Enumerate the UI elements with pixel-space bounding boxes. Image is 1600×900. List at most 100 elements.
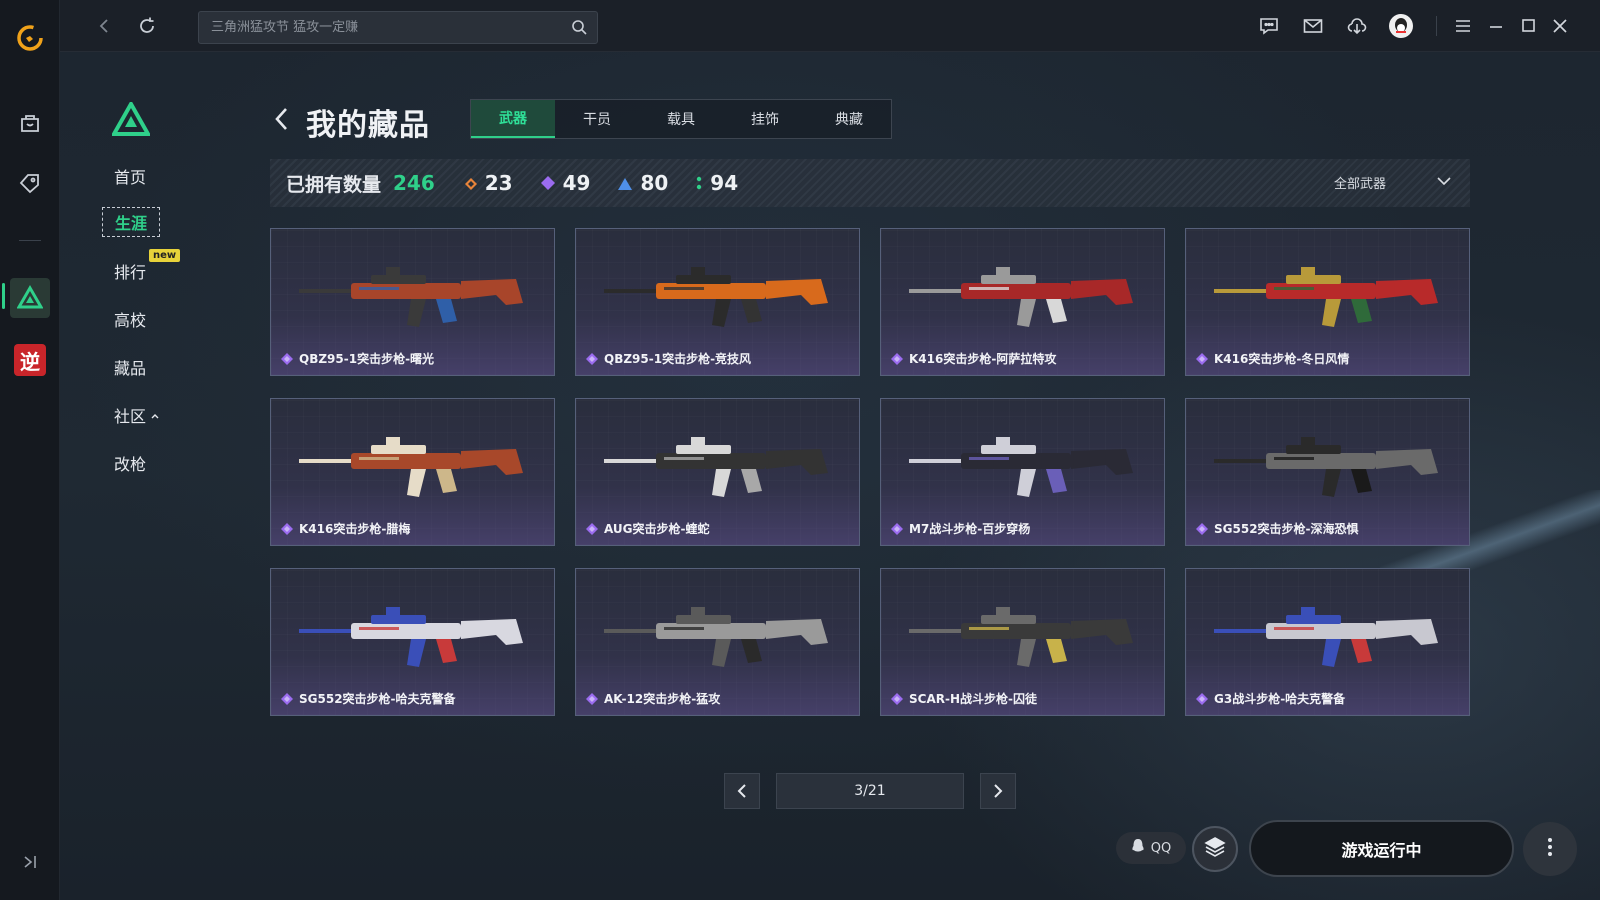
weapon-image	[604, 267, 828, 327]
tab-weapons[interactable]: 武器	[471, 100, 555, 138]
bag-icon[interactable]	[10, 103, 50, 143]
game-running-button[interactable]: 游戏运行中	[1249, 820, 1514, 877]
tier-green-value: 94	[710, 171, 739, 195]
weapon-card[interactable]: G3战斗步枪-哈夫克警备	[1185, 568, 1470, 716]
refresh-icon[interactable]	[134, 13, 160, 39]
nav-community[interactable]: 社区	[114, 403, 160, 427]
close-icon[interactable]	[1547, 13, 1573, 39]
accelerator-button[interactable]	[1192, 826, 1238, 872]
weapon-image	[1214, 267, 1438, 327]
more-vertical-icon	[1547, 837, 1553, 861]
dots-green-icon	[696, 171, 702, 195]
weapon-filter-dropdown[interactable]: 全部武器	[1334, 173, 1452, 192]
weapon-name-row: K416突击步枪-冬日风情	[1196, 350, 1349, 367]
left-rail: 逆	[0, 0, 60, 900]
search-bar	[198, 11, 598, 44]
owned-stats-bar: 已拥有数量 246 23 49 80 94 全部武器	[270, 159, 1470, 207]
nav-college[interactable]: 高校	[114, 307, 146, 331]
weapon-name-row: SG552突击步枪-深海恐惧	[1196, 520, 1359, 537]
diamond-orange-icon	[464, 171, 477, 195]
download-icon[interactable]	[1344, 13, 1370, 39]
tab-charms[interactable]: 挂饰	[723, 100, 807, 138]
weapon-card[interactable]: M7战斗步枪-百步穿杨	[880, 398, 1165, 546]
weapon-name: M7战斗步枪-百步穿杨	[909, 522, 1031, 536]
rarity-purple-icon	[586, 692, 598, 705]
maximize-icon[interactable]	[1515, 13, 1541, 39]
rarity-purple-icon	[281, 522, 293, 535]
weapon-card[interactable]: QBZ95-1突击步枪-竞技风	[575, 228, 860, 376]
rarity-purple-icon	[891, 522, 903, 535]
ni-game-icon[interactable]: 逆	[10, 340, 50, 380]
minimize-icon[interactable]	[1483, 13, 1509, 39]
nav-collection[interactable]: 藏品	[114, 355, 146, 379]
nav-home[interactable]: 首页	[114, 164, 146, 188]
weapon-image	[299, 607, 523, 667]
weapon-card[interactable]: SG552突击步枪-哈夫克警备	[270, 568, 555, 716]
page-back-icon[interactable]	[272, 106, 292, 136]
back-icon[interactable]	[92, 13, 118, 39]
top-bar	[60, 0, 1600, 52]
page-title: 我的藏品	[306, 108, 430, 143]
search-input[interactable]	[211, 20, 551, 35]
rarity-purple-icon	[1196, 522, 1208, 535]
next-page-button[interactable]	[980, 773, 1016, 809]
rarity-purple-icon	[1196, 352, 1208, 365]
weapon-name: QBZ95-1突击步枪-曙光	[299, 352, 435, 366]
rarity-purple-icon	[891, 692, 903, 705]
tab-operators[interactable]: 干员	[555, 100, 639, 138]
layers-icon	[1203, 835, 1227, 863]
weapon-name: SG552突击步枪-哈夫克警备	[299, 692, 456, 706]
tab-collectibles[interactable]: 典藏	[807, 100, 891, 138]
new-badge: new	[149, 249, 181, 262]
tag-icon[interactable]	[10, 163, 50, 203]
weapon-image	[909, 437, 1133, 497]
tier-orange-count: 23	[464, 171, 513, 195]
weapon-card[interactable]: AK-12突击步枪-猛攻	[575, 568, 860, 716]
weapon-name-row: AUG突击步枪-蝰蛇	[586, 520, 710, 537]
weapon-name: QBZ95-1突击步枪-竞技风	[604, 352, 752, 366]
weapon-name: SG552突击步枪-深海恐惧	[1214, 522, 1359, 536]
collapse-icon[interactable]	[20, 852, 40, 876]
tab-vehicles[interactable]: 载具	[639, 100, 723, 138]
more-options-button[interactable]	[1523, 822, 1577, 876]
category-tabs: 武器 干员 载具 挂饰 典藏	[470, 99, 892, 139]
weapon-name: SCAR-H战斗步枪-囚徒	[909, 692, 1037, 706]
weapon-name: K416突击步枪-腊梅	[299, 522, 411, 536]
tier-blue-count: 80	[618, 171, 668, 195]
weapon-card[interactable]: QBZ95-1突击步枪-曙光	[270, 228, 555, 376]
rail-active-indicator	[2, 283, 5, 309]
prev-page-button[interactable]	[724, 773, 760, 809]
weapon-card[interactable]: K416突击步枪-冬日风情	[1185, 228, 1470, 376]
weapon-card[interactable]: SCAR-H战斗步枪-囚徒	[880, 568, 1165, 716]
rarity-purple-icon	[281, 692, 293, 705]
search-icon[interactable]	[571, 19, 587, 39]
tier-green-count: 94	[696, 171, 738, 195]
qq-avatar-icon[interactable]	[1388, 13, 1414, 39]
weapon-name-row: SCAR-H战斗步枪-囚徒	[891, 690, 1037, 707]
chat-icon[interactable]	[1256, 13, 1282, 39]
weapon-card[interactable]: AUG突击步枪-蝰蛇	[575, 398, 860, 546]
weapon-card[interactable]: K416突击步枪-阿萨拉特攻	[880, 228, 1165, 376]
nav-ranking[interactable]: 排行	[114, 259, 146, 283]
app-logo-icon[interactable]	[10, 18, 50, 58]
weapon-card[interactable]: K416突击步枪-腊梅	[270, 398, 555, 546]
weapon-image	[299, 437, 523, 497]
qq-penguin-icon	[1131, 838, 1145, 858]
weapon-name-row: AK-12突击步枪-猛攻	[586, 690, 720, 707]
nav-gunsmith[interactable]: 改枪	[114, 451, 146, 475]
chevron-up-icon	[150, 406, 160, 425]
tier-purple-count: 49	[540, 171, 590, 195]
qq-login-button[interactable]: QQ	[1116, 832, 1186, 864]
tier-orange-value: 23	[484, 171, 513, 195]
weapon-name: K416突击步枪-冬日风情	[1214, 352, 1350, 366]
nav-career[interactable]: 生涯	[102, 207, 160, 237]
weapon-card[interactable]: SG552突击步枪-深海恐惧	[1185, 398, 1470, 546]
rarity-purple-icon	[586, 522, 598, 535]
chevron-down-icon	[1436, 175, 1452, 190]
mail-icon[interactable]	[1300, 13, 1326, 39]
rail-divider	[19, 240, 41, 241]
weapon-image	[909, 607, 1133, 667]
menu-icon[interactable]	[1450, 13, 1476, 39]
weapon-image	[299, 267, 523, 327]
delta-game-icon[interactable]	[10, 278, 50, 318]
